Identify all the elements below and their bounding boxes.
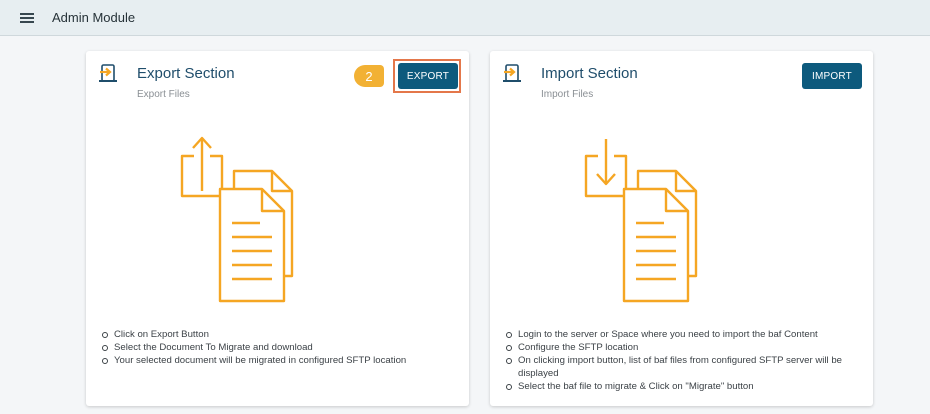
top-bar: Admin Module xyxy=(0,0,930,36)
export-steps-list: Click on Export Button Select the Docume… xyxy=(100,328,460,367)
export-section-title: Export Section xyxy=(137,65,235,82)
import-steps-list: Login to the server or Space where you n… xyxy=(504,328,864,393)
import-file-icon xyxy=(503,64,521,82)
page-title: Admin Module xyxy=(52,10,136,25)
list-item: Select the baf file to migrate & Click o… xyxy=(504,380,864,393)
import-document-illustration xyxy=(584,139,698,303)
export-button[interactable]: EXPORT xyxy=(398,63,458,89)
export-file-icon xyxy=(99,64,117,82)
import-section-subtitle: Import Files xyxy=(541,89,594,100)
list-item: Configure the SFTP location xyxy=(504,341,864,354)
list-item: Select the Document To Migrate and downl… xyxy=(100,341,460,354)
export-section-card: Export Section Export Files 2 EXPORT Cli… xyxy=(86,51,469,406)
list-item: Login to the server or Space where you n… xyxy=(504,328,864,341)
import-button[interactable]: IMPORT xyxy=(802,63,862,89)
export-section-subtitle: Export Files xyxy=(137,89,190,100)
hamburger-menu-icon[interactable] xyxy=(20,13,34,23)
step-badge: 2 xyxy=(354,65,384,87)
import-section-title: Import Section xyxy=(541,65,638,82)
list-item: On clicking import button, list of baf f… xyxy=(504,354,864,380)
import-section-card: Import Section Import Files IMPORT Login… xyxy=(490,51,873,406)
list-item: Your selected document will be migrated … xyxy=(100,354,460,367)
export-document-illustration xyxy=(180,136,294,303)
list-item: Click on Export Button xyxy=(100,328,460,341)
